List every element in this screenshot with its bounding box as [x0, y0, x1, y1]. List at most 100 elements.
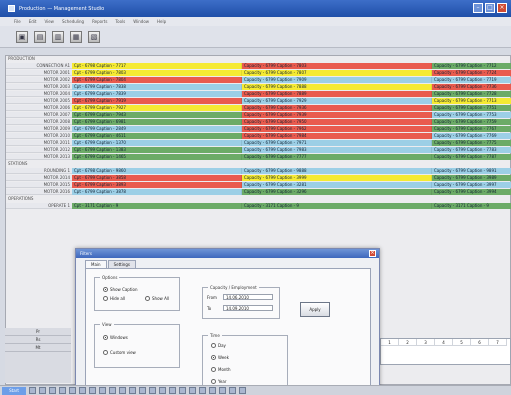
table-row[interactable]: MOTOR 2013 Cpt - 6799 Caption - 1465 Capac… — [6, 154, 511, 160]
taskbar-app-icon[interactable] — [89, 387, 96, 394]
schedule-cell[interactable]: Capacity - 6799 Caption - 7759 — [432, 119, 511, 125]
taskbar-app-icon[interactable] — [229, 387, 236, 394]
schedule-cell[interactable]: Capacity - 6799 Caption - 3994 — [432, 189, 511, 195]
chart-icon[interactable]: ▦ — [70, 30, 82, 43]
document-icon[interactable]: ▥ — [52, 30, 64, 43]
schedule-cell[interactable]: Capacity - 6799 Caption - 3997 — [432, 182, 511, 188]
schedule-cell[interactable]: Cpt - 6799 Caption - 7943 — [72, 112, 242, 118]
menu-item[interactable]: Edit — [29, 19, 37, 24]
schedule-cell[interactable]: Capacity - 6799 Caption - 7775 — [432, 140, 511, 146]
taskbar-app-icon[interactable] — [39, 387, 46, 394]
table-row[interactable]: MOTOR 2005 Cpt - 6799 Caption - 7919 Capac… — [6, 98, 511, 104]
option-show-all[interactable]: Show All — [145, 296, 169, 301]
apply-button[interactable]: Apply — [300, 302, 330, 317]
schedule-cell[interactable]: Capacity - 6799 Caption - 9888 — [242, 168, 432, 174]
schedule-cell[interactable]: Cpt - 6799 Caption - 2849 — [72, 126, 242, 132]
calendar-day[interactable]: 7 — [489, 339, 507, 346]
minimize-button[interactable]: – — [473, 3, 483, 13]
schedule-cell[interactable]: Capacity - 6799 Caption - 7807 — [242, 70, 432, 76]
menu-item[interactable]: Reports — [92, 19, 107, 24]
schedule-cell[interactable]: Cpt - 6799 Caption - 3858 — [72, 175, 242, 181]
from-date-input[interactable]: 14.06.2010 — [223, 294, 273, 300]
tab-settings[interactable]: Settings — [107, 260, 136, 268]
taskbar-app-icon[interactable] — [199, 387, 206, 394]
schedule-cell[interactable]: Cpt - 6799 Caption - 1465 — [72, 154, 242, 160]
menu-item[interactable]: Help — [157, 19, 166, 24]
schedule-cell[interactable]: Capacity - 6799 Caption - 7753 — [432, 112, 511, 118]
schedule-cell[interactable]: Capacity - 6799 Caption - 7713 — [432, 98, 511, 104]
schedule-cell[interactable]: Capacity - 6799 Caption - 7751 — [432, 105, 511, 111]
option-hide-all[interactable]: Hide all — [103, 296, 125, 301]
schedule-cell[interactable]: Capacity - 6799 Caption - 7724 — [432, 70, 511, 76]
menu-item[interactable]: File — [14, 19, 21, 24]
to-date-input[interactable]: 14.09.2010 — [223, 305, 273, 311]
menu-item[interactable]: Scheduling — [62, 19, 84, 24]
schedule-cell[interactable]: Capacity - 6799 Caption - 7929 — [242, 98, 432, 104]
taskbar-app-icon[interactable] — [59, 387, 66, 394]
menu-item[interactable]: Window — [133, 19, 149, 24]
taskbar-app-icon[interactable] — [139, 387, 146, 394]
calendar-day[interactable]: 6 — [471, 339, 489, 346]
time-year[interactable]: Year — [211, 379, 226, 384]
table-row[interactable]: MOTOR 2002 Cpt - 6799 Caption - 7804 Capac… — [6, 77, 511, 83]
taskbar-app-icon[interactable] — [29, 387, 36, 394]
taskbar-app-icon[interactable] — [209, 387, 216, 394]
calendar-day[interactable]: 4 — [435, 339, 453, 346]
taskbar-app-icon[interactable] — [129, 387, 136, 394]
dialog-close-button[interactable]: × — [369, 250, 376, 257]
table-row[interactable]: MOTOR 2012 Cpt - 6799 Caption - 1383 Capac… — [6, 147, 511, 153]
schedule-cell[interactable]: Capacity - 6799 Caption - 7719 — [432, 77, 511, 83]
schedule-cell[interactable]: Cpt - 3171 Caption - 9 — [72, 203, 242, 209]
schedule-cell[interactable]: Cpt - 6799 Caption - 7839 — [72, 91, 242, 97]
calendar-day[interactable]: 1 — [381, 339, 399, 346]
schedule-cell[interactable]: Capacity - 6799 Caption - 7777 — [242, 154, 432, 160]
schedule-cell[interactable]: Capacity - 6799 Caption - 7787 — [432, 154, 511, 160]
tab-main[interactable]: Main — [85, 260, 107, 268]
schedule-cell[interactable]: Capacity - 6799 Caption - 3281 — [242, 182, 432, 188]
table-row[interactable]: OPERATE 1 Cpt - 3171 Caption - 9 Capacity … — [6, 203, 511, 209]
taskbar-app-icon[interactable] — [119, 387, 126, 394]
schedule-cell[interactable]: Cpt - 6799 Caption - 7927 — [72, 105, 242, 111]
taskbar-app-icon[interactable] — [159, 387, 166, 394]
schedule-cell[interactable]: Capacity - 6799 Caption - 7783 — [432, 147, 511, 153]
schedule-cell[interactable]: Cpt - 6799 Caption - 7803 — [72, 70, 242, 76]
schedule-cell[interactable]: Cpt - 6799 Caption - 4611 — [72, 133, 242, 139]
printer-icon[interactable]: ▣ — [16, 30, 28, 43]
schedule-cell[interactable]: Capacity - 6799 Caption - 7769 — [432, 133, 511, 139]
schedule-cell[interactable]: Capacity - 3171 Caption - 9 — [432, 203, 511, 209]
grid-icon[interactable]: ▧ — [88, 30, 100, 43]
left-panel-item[interactable]: Mt — [5, 344, 71, 352]
table-row[interactable]: MOTOR 2015 Cpt - 6799 Caption - 3893 Capac… — [6, 182, 511, 188]
menu-item[interactable]: View — [44, 19, 54, 24]
schedule-cell[interactable]: Capacity - 6799 Caption - 7950 — [242, 119, 432, 125]
table-row[interactable]: MOTOR 2006 Cpt - 6799 Caption - 7927 Capac… — [6, 105, 511, 111]
table-row[interactable]: MOTOR 2003 Cpt - 6799 Caption - 7838 Capac… — [6, 84, 511, 90]
table-row[interactable]: CONNECTION A1 Cpt - 6798 Caption - 7717 Ca… — [6, 63, 511, 69]
schedule-cell[interactable]: Capacity - 6799 Caption - 7909 — [242, 77, 432, 83]
schedule-cell[interactable]: Capacity - 6799 Caption - 7983 — [242, 147, 432, 153]
left-panel-item[interactable]: Pr — [5, 328, 71, 336]
table-row[interactable]: MOTOR 2004 Cpt - 6799 Caption - 7839 Capac… — [6, 91, 511, 97]
taskbar-app-icon[interactable] — [179, 387, 186, 394]
schedule-cell[interactable]: Cpt - 6799 Caption - 1370 — [72, 140, 242, 146]
schedule-cell[interactable]: Capacity - 6799 Caption - 9891 — [432, 168, 511, 174]
taskbar-app-icon[interactable] — [189, 387, 196, 394]
close-button[interactable]: × — [497, 3, 507, 13]
taskbar-app-icon[interactable] — [99, 387, 106, 394]
schedule-cell[interactable]: Capacity - 6799 Caption - 3296 — [242, 189, 432, 195]
schedule-cell[interactable]: Cpt - 6799 Caption - 3893 — [72, 182, 242, 188]
schedule-cell[interactable]: Cpt - 6799 Caption - 7919 — [72, 98, 242, 104]
schedule-cell[interactable]: Capacity - 6799 Caption - 7728 — [432, 91, 511, 97]
taskbar-app-icon[interactable] — [69, 387, 76, 394]
schedule-cell[interactable]: Capacity - 6799 Caption - 7971 — [242, 140, 432, 146]
save-icon[interactable]: ▤ — [34, 30, 46, 43]
taskbar-app-icon[interactable] — [109, 387, 116, 394]
calendar-day[interactable]: 5 — [453, 339, 471, 346]
schedule-cell[interactable]: Capacity - 6799 Caption - 7936 — [242, 105, 432, 111]
schedule-cell[interactable]: Capacity - 6799 Caption - 3989 — [432, 175, 511, 181]
schedule-cell[interactable]: Capacity - 6799 Caption - 3999 — [242, 175, 432, 181]
schedule-cell[interactable]: Cpt - 6799 Caption - 1383 — [72, 147, 242, 153]
schedule-cell[interactable]: Capacity - 6799 Caption - 7736 — [432, 84, 511, 90]
time-day[interactable]: Day — [211, 343, 226, 348]
schedule-cell[interactable]: Capacity - 6799 Caption - 7888 — [242, 84, 432, 90]
